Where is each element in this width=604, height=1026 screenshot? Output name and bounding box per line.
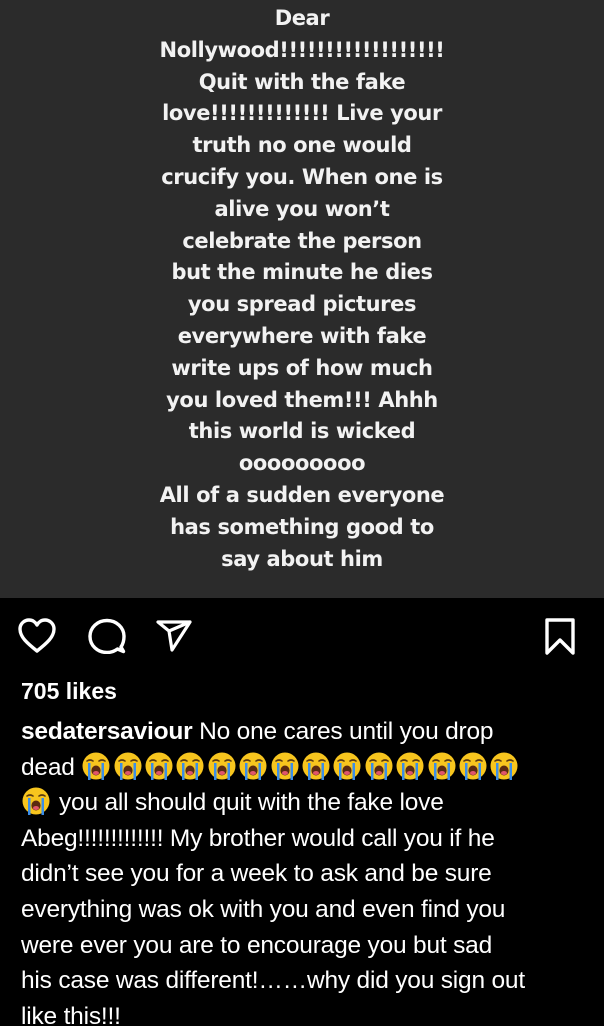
story-line: write ups of how much <box>171 355 433 380</box>
caption-line: were ever you are to encourage you but s… <box>21 931 493 959</box>
post-action-bar <box>0 612 604 662</box>
caption-line: sedatersaviour No one cares until you dr… <box>21 714 591 750</box>
story-line: say about him <box>221 546 383 571</box>
loudly-crying-face-icon <box>81 751 111 781</box>
bookmark-icon[interactable] <box>544 618 576 656</box>
story-image: Dear Nollywood!!!!!!!!!!!!!!!!!! Quit wi… <box>0 0 604 598</box>
loudly-crying-face-icon <box>395 751 425 781</box>
caption-line: everything was ok with you and even find… <box>21 895 506 923</box>
caption-line: didn’t see you for a week to ask and be … <box>21 860 492 888</box>
story-line: love!!!!!!!!!!!!! Live your <box>162 101 442 126</box>
loudly-crying-face-icon <box>458 751 488 781</box>
caption-line: dead <box>21 750 591 786</box>
story-line: alive you won’t <box>214 196 390 221</box>
loudly-crying-face-icon <box>301 751 331 781</box>
post-caption: sedatersaviour No one cares until you dr… <box>21 714 591 1026</box>
loudly-crying-face-icon <box>270 751 300 781</box>
speech-bubble-icon[interactable] <box>88 618 126 655</box>
likes-count[interactable]: 705 likes <box>21 676 117 706</box>
emoji-row <box>81 751 520 781</box>
story-line: Dear <box>274 6 330 30</box>
loudly-crying-face-icon <box>364 751 394 781</box>
story-line: crucify you. When one is <box>161 164 443 189</box>
caption-line: you all should quit with the fake love <box>21 785 591 821</box>
paper-plane-icon[interactable] <box>156 620 192 652</box>
caption-text: No one cares until you drop <box>192 718 494 745</box>
story-line: this world is wicked <box>188 419 416 444</box>
story-line: Nollywood!!!!!!!!!!!!!!!!!! <box>159 37 445 62</box>
caption-line: Abeg!!!!!!!!!!!!! My brother would call … <box>21 824 495 852</box>
story-line: Quit with the fake <box>198 69 406 94</box>
loudly-crying-face-icon <box>332 751 362 781</box>
caption-text: you all should quit with the fake love <box>52 789 444 817</box>
caption-line: like this!!! <box>21 1002 121 1026</box>
loudly-crying-face-icon <box>238 751 268 781</box>
story-line: you spread pictures <box>187 292 417 317</box>
story-line: All of a sudden everyone <box>159 482 445 507</box>
loudly-crying-face-icon <box>21 786 51 816</box>
username-link[interactable]: sedatersaviour <box>21 718 193 745</box>
story-line: celebrate the person <box>182 228 422 253</box>
loudly-crying-face-icon <box>113 751 143 781</box>
loudly-crying-face-icon <box>207 751 237 781</box>
story-line: everywhere with fake <box>177 323 427 348</box>
caption-line: his case was different!……why did you sig… <box>21 967 525 995</box>
story-line: ooooooooo <box>238 451 366 476</box>
loudly-crying-face-icon <box>489 751 519 781</box>
story-line: truth no one would <box>192 133 412 158</box>
emoji-lead <box>21 786 52 816</box>
story-line: but the minute he dies <box>171 260 433 285</box>
story-line: you loved them!!! Ahhh <box>166 387 438 412</box>
story-line: has something good to <box>170 514 434 539</box>
story-text: Dear Nollywood!!!!!!!!!!!!!!!!!! Quit wi… <box>0 3 604 575</box>
loudly-crying-face-icon <box>144 751 174 781</box>
caption-text: dead <box>21 753 82 781</box>
loudly-crying-face-icon <box>175 751 205 781</box>
heart-outline-icon[interactable] <box>18 618 56 654</box>
loudly-crying-face-icon <box>427 751 457 781</box>
